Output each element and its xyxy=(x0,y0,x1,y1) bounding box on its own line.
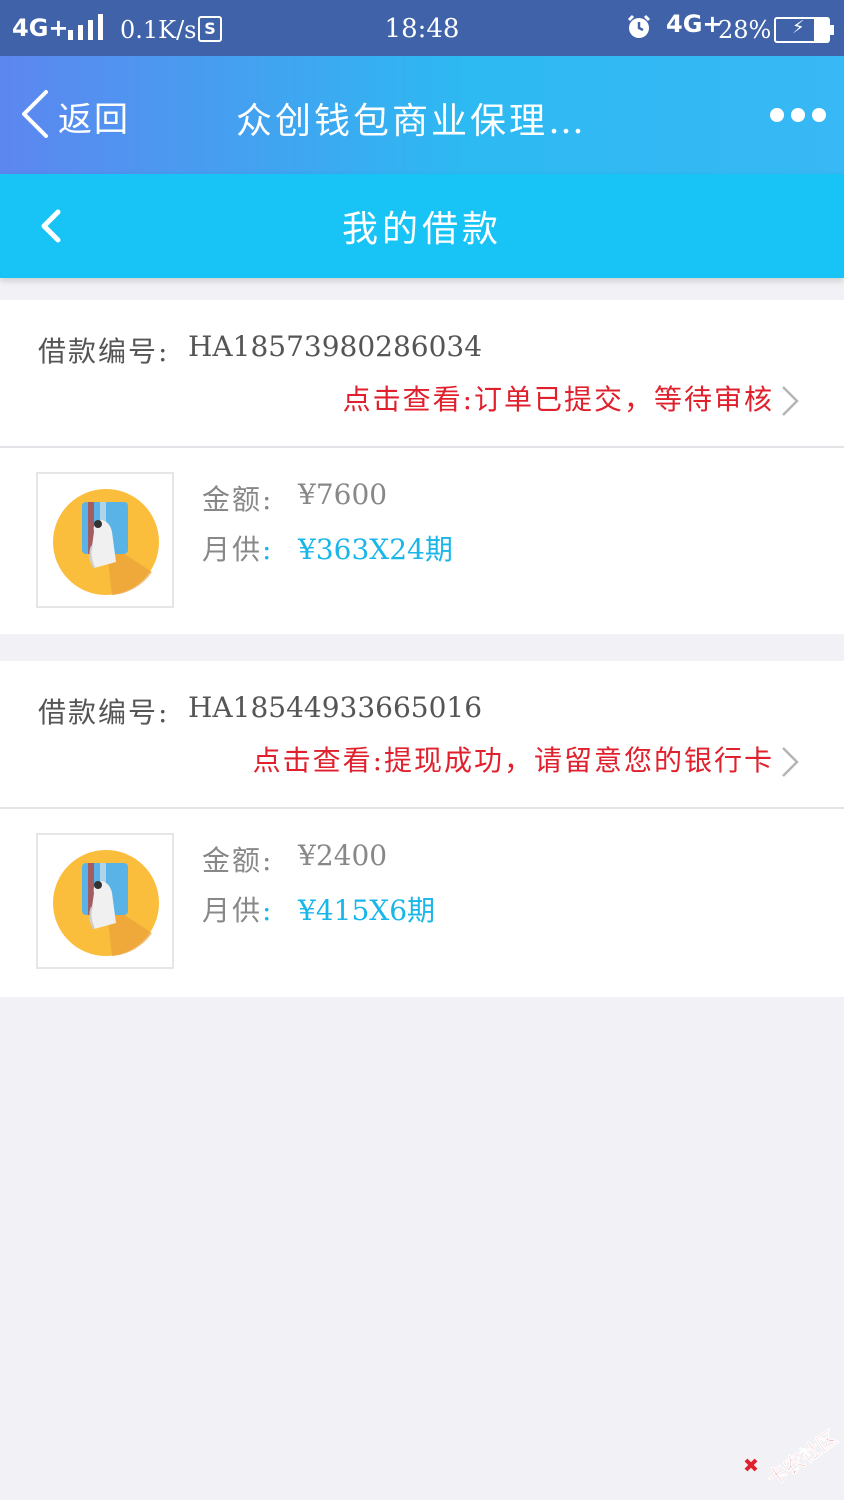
amount-value: ¥7600 xyxy=(298,478,388,511)
chevron-right-icon[interactable] xyxy=(780,384,800,418)
amount-label: 金额: xyxy=(202,844,274,877)
monthly-value: ¥363X24期 xyxy=(298,533,453,566)
more-icon[interactable] xyxy=(770,108,826,124)
chevron-right-icon[interactable] xyxy=(780,745,800,779)
loan-thumbnail xyxy=(36,472,174,608)
loan-number-label: 借款编号: xyxy=(38,696,170,729)
network-type-2: 4G+ xyxy=(666,10,723,38)
loan-number-label: 借款编号: xyxy=(38,335,170,368)
app-nav-bar: 返回 众创钱包商业保理… xyxy=(0,56,844,174)
monthly-label: 月供: xyxy=(202,894,274,927)
monthly-value: ¥415X6期 xyxy=(298,894,436,927)
loan-card: 借款编号: HA18573980286034 点击查看:订单已提交，等待审核 金… xyxy=(0,300,844,634)
credit-card-icon xyxy=(53,489,159,595)
loan-card-header[interactable]: 借款编号: HA18544933665016 点击查看:提现成功，请留意您的银行… xyxy=(0,661,844,809)
loan-status-link[interactable]: 点击查看:订单已提交，等待审核 xyxy=(343,378,774,418)
charging-icon: ⚡ xyxy=(792,17,805,38)
battery-percent: 28% xyxy=(718,16,772,44)
page-header: 我的借款 xyxy=(0,174,844,278)
back-button[interactable]: 返回 xyxy=(58,92,130,141)
credit-card-icon xyxy=(53,850,159,956)
amount-value: ¥2400 xyxy=(298,839,388,872)
page-title: 我的借款 xyxy=(341,209,502,250)
monthly-label: 月供: xyxy=(202,533,274,566)
loan-number: HA18573980286034 xyxy=(188,330,483,363)
app-title: 众创钱包商业保理… xyxy=(236,101,588,142)
loan-thumbnail xyxy=(36,833,174,969)
alarm-icon xyxy=(627,14,651,38)
battery-icon: ⚡ xyxy=(774,17,834,43)
loan-card: 借款编号: HA18544933665016 点击查看:提现成功，请留意您的银行… xyxy=(0,661,844,997)
watermark-logo: 卡农社区 xyxy=(744,1425,840,1488)
loan-status-link[interactable]: 点击查看:提现成功，请留意您的银行卡 xyxy=(253,739,774,779)
svg-text:卡农社区: 卡农社区 xyxy=(763,1425,840,1488)
status-bar: 4G+ 0.1K/s S 18:48 4G+ 28% ⚡ xyxy=(0,0,844,56)
amount-label: 金额: xyxy=(202,483,274,516)
loan-card-header[interactable]: 借款编号: HA18573980286034 点击查看:订单已提交，等待审核 xyxy=(0,300,844,448)
back-chevron-icon[interactable] xyxy=(18,88,52,140)
loan-number: HA18544933665016 xyxy=(188,691,483,724)
